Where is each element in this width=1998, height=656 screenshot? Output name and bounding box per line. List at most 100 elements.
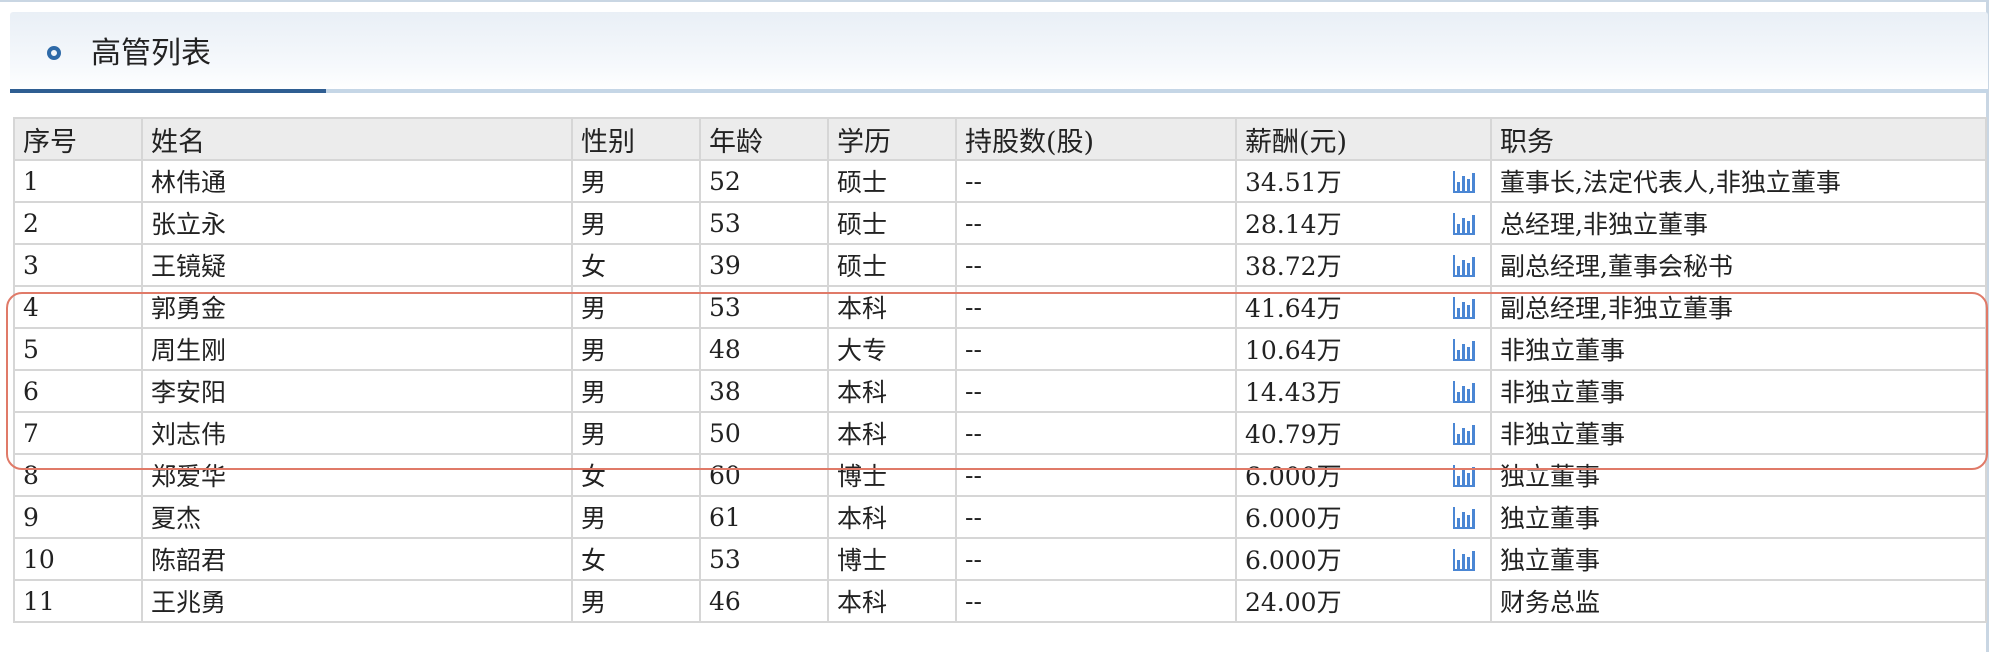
cell-gender: 男 [571, 285, 701, 329]
cell-no: 3 [13, 243, 143, 287]
cell-education: 硕士 [827, 159, 957, 203]
cell-shares: -- [955, 579, 1237, 623]
executives-table: 序号 姓名 性别 年龄 学历 持股数(股) 薪酬(元) 职务 1 林伟通男 52 硕士… [13, 117, 1987, 623]
bar-chart-icon[interactable] [1452, 254, 1476, 278]
salary-value: 6.000万 [1245, 546, 1342, 575]
cell-salary: 6.000万 [1235, 453, 1492, 497]
cell-gender: 男 [571, 369, 701, 413]
bar-chart-icon[interactable] [1452, 296, 1476, 320]
bar-chart-icon[interactable] [1452, 506, 1476, 530]
cell-education: 大专 [827, 327, 957, 371]
table-row: 3 王镜疑女 39 硕士 -- 38.72万 副总经理,董事会秘书 [13, 243, 1987, 287]
salary-value: 28.14万 [1245, 210, 1342, 239]
cell-gender: 男 [571, 327, 701, 371]
cell-name: 郑爱华 [141, 453, 573, 497]
cell-shares: -- [955, 411, 1237, 455]
cell-age: 38 [699, 369, 829, 413]
bar-chart-icon[interactable] [1452, 212, 1476, 236]
bar-chart-icon[interactable] [1452, 548, 1476, 572]
cell-no: 5 [13, 327, 143, 371]
cell-name: 李安阳 [141, 369, 573, 413]
column-header-age: 年龄 [699, 117, 829, 161]
cell-salary: 41.64万 [1235, 285, 1492, 329]
cell-name: 王镜疑 [141, 243, 573, 287]
cell-age: 53 [699, 201, 829, 245]
cell-age: 61 [699, 495, 829, 539]
cell-gender: 女 [571, 537, 701, 581]
cell-education: 本科 [827, 579, 957, 623]
panel-title: 高管列表 [91, 36, 211, 71]
cell-gender: 男 [571, 579, 701, 623]
cell-salary: 10.64万 [1235, 327, 1492, 371]
cell-shares: -- [955, 369, 1237, 413]
cell-no: 11 [13, 579, 143, 623]
cell-education: 硕士 [827, 243, 957, 287]
cell-name: 夏杰 [141, 495, 573, 539]
cell-no: 4 [13, 285, 143, 329]
cell-no: 1 [13, 159, 143, 203]
cell-age: 53 [699, 285, 829, 329]
column-header-role: 职务 [1490, 117, 1987, 161]
cell-age: 53 [699, 537, 829, 581]
salary-value: 10.64万 [1245, 336, 1342, 365]
cell-salary: 38.72万 [1235, 243, 1492, 287]
cell-education: 博士 [827, 453, 957, 497]
cell-gender: 男 [571, 495, 701, 539]
cell-shares: -- [955, 201, 1237, 245]
cell-education: 本科 [827, 411, 957, 455]
salary-value: 40.79万 [1245, 420, 1342, 449]
bar-chart-icon[interactable] [1452, 422, 1476, 446]
bar-chart-icon[interactable] [1452, 464, 1476, 488]
table-row: 9 夏杰男 61 本科 -- 6.000万 独立董事 [13, 495, 1987, 539]
table-row: 8 郑爱华女 60 博士 -- 6.000万 独立董事 [13, 453, 1987, 497]
cell-role: 独立董事 [1490, 495, 1987, 539]
cell-role: 副总经理,非独立董事 [1490, 285, 1987, 329]
cell-education: 本科 [827, 285, 957, 329]
cell-gender: 女 [571, 453, 701, 497]
table-row: 6 李安阳男 38 本科 -- 14.43万 非独立董事 [13, 369, 1987, 413]
cell-education: 本科 [827, 495, 957, 539]
cell-no: 7 [13, 411, 143, 455]
cell-age: 39 [699, 243, 829, 287]
cell-role: 财务总监 [1490, 579, 1987, 623]
column-header-education: 学历 [827, 117, 957, 161]
cell-age: 60 [699, 453, 829, 497]
cell-gender: 女 [571, 243, 701, 287]
cell-no: 2 [13, 201, 143, 245]
cell-role: 副总经理,董事会秘书 [1490, 243, 1987, 287]
cell-role: 独立董事 [1490, 537, 1987, 581]
cell-name: 张立永 [141, 201, 573, 245]
bar-chart-icon[interactable] [1452, 380, 1476, 404]
table-row: 1 林伟通男 52 硕士 -- 34.51万 董事长,法定代表人,非独立董事 [13, 159, 1987, 203]
cell-gender: 男 [571, 411, 701, 455]
bar-chart-icon[interactable] [1452, 338, 1476, 362]
cell-salary: 14.43万 [1235, 369, 1492, 413]
table-row: 5 周生刚男 48 大专 -- 10.64万 非独立董事 [13, 327, 1987, 371]
cell-no: 8 [13, 453, 143, 497]
table-row: 10 陈韶君女 53 博士 -- 6.000万 独立董事 [13, 537, 1987, 581]
cell-salary: 6.000万 [1235, 495, 1492, 539]
panel-header [10, 12, 1988, 90]
column-header-no: 序号 [13, 117, 143, 161]
cell-no: 9 [13, 495, 143, 539]
salary-value: 41.64万 [1245, 294, 1342, 323]
cell-name: 周生刚 [141, 327, 573, 371]
cell-gender: 男 [571, 159, 701, 203]
cell-name: 林伟通 [141, 159, 573, 203]
column-header-salary: 薪酬(元) [1235, 117, 1492, 161]
bar-chart-icon[interactable] [1452, 170, 1476, 194]
cell-education: 本科 [827, 369, 957, 413]
salary-value: 24.00万 [1245, 588, 1342, 617]
cell-salary: 40.79万 [1235, 411, 1492, 455]
salary-value: 14.43万 [1245, 378, 1342, 407]
cell-role: 董事长,法定代表人,非独立董事 [1490, 159, 1987, 203]
cell-role: 总经理,非独立董事 [1490, 201, 1987, 245]
salary-value: 6.000万 [1245, 504, 1342, 533]
table-header-row: 序号 姓名 性别 年龄 学历 持股数(股) 薪酬(元) 职务 [13, 117, 1987, 161]
circle-bullet-icon [47, 46, 61, 60]
cell-role: 独立董事 [1490, 453, 1987, 497]
cell-shares: -- [955, 327, 1237, 371]
column-header-gender: 性别 [571, 117, 701, 161]
cell-role: 非独立董事 [1490, 411, 1987, 455]
cell-shares: -- [955, 537, 1237, 581]
